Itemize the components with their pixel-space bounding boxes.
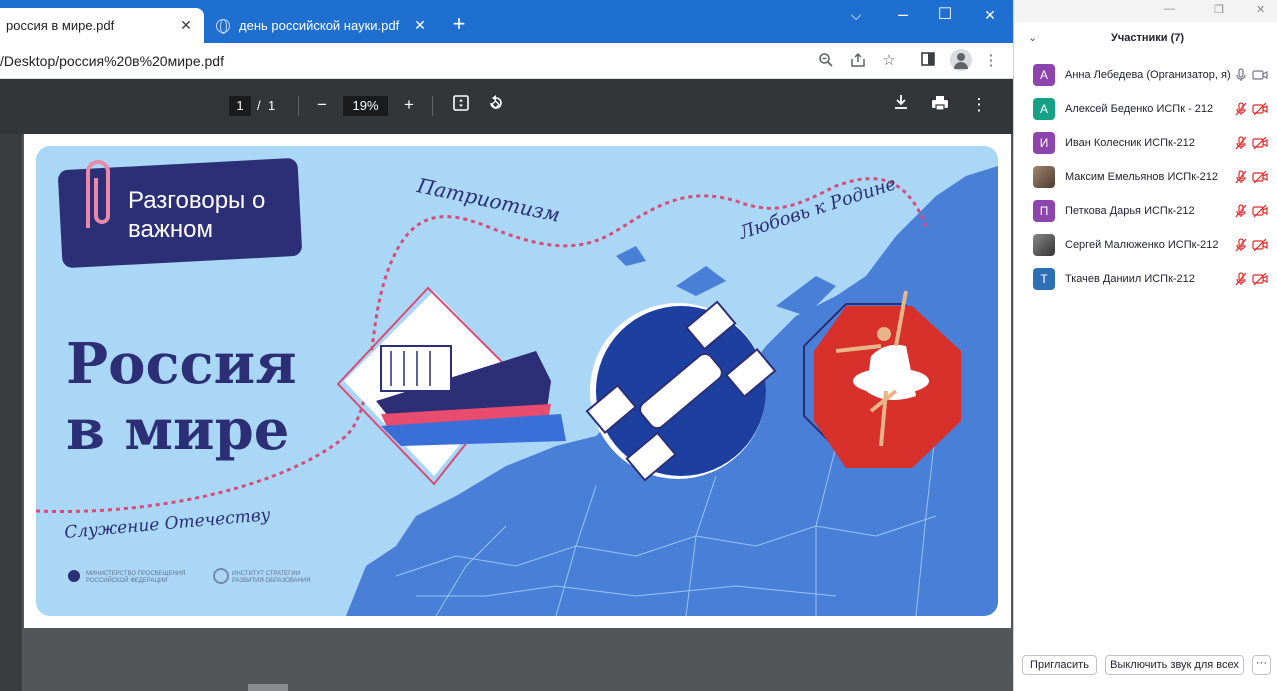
close-icon[interactable]: ✕ [412,17,428,33]
desktop: россия в мире.pdf ✕ день российской наук… [0,0,1277,691]
institute-logo-text: Институт стратегии развития образования [232,571,311,584]
url-field[interactable]: /Desktop/россия%20в%20мире.pdf [0,53,224,69]
tab-label: россия в мире.pdf [6,18,115,33]
chevron-down-icon[interactable]: ⌄ [1028,31,1037,44]
avatar: П [1033,200,1055,222]
participant-row[interactable]: Максим Емельянов ИСПк-212 [1014,160,1277,194]
new-tab-button[interactable]: + [448,13,470,35]
participant-row[interactable]: А Анна Лебедева (Организатор, я) [1014,58,1277,92]
zoom-out-button[interactable]: − [311,94,333,116]
more-button[interactable]: ··· [1252,655,1271,675]
camera-icon[interactable] [1252,68,1268,82]
mute-all-button[interactable]: Выключить звук для всех [1105,655,1244,675]
participants-panel: — ❐ ✕ ⌄ Участники (7) Пригласить Выключи… [1013,0,1277,691]
camera-off-icon[interactable] [1252,272,1268,286]
invite-button[interactable]: Пригласить [1022,655,1097,675]
participant-name: Анна Лебедева (Организатор, я) [1065,69,1231,81]
pdf-viewer[interactable]: Разговоры о важном Россия в мире Патриот… [0,134,1013,691]
camera-off-icon[interactable] [1252,102,1268,116]
share-icon[interactable] [849,52,867,70]
avatar: А [1033,98,1055,120]
participant-row[interactable]: П Петкова Дарья ИСПк-212 [1014,194,1277,228]
divider [298,96,299,116]
camera-off-icon[interactable] [1252,136,1268,150]
panel-titlebar: — ❐ ✕ [1014,0,1277,22]
restore-button[interactable]: ❐ [1214,3,1224,16]
close-button[interactable]: ✕ [1256,3,1265,16]
fit-page-icon[interactable] [450,94,472,116]
badge-text: Разговоры о важном [128,187,266,243]
camera-off-icon[interactable] [1252,204,1268,218]
participant-name: Максим Емельянов ИСПк-212 [1065,171,1219,183]
mic-muted-icon[interactable] [1234,136,1248,150]
avatar [1033,166,1055,188]
participant-name: Иван Колесник ИСПк-212 [1065,137,1195,149]
participant-row[interactable]: Т Ткачев Даниил ИСПк-212 [1014,262,1277,296]
camera-off-icon[interactable] [1252,170,1268,184]
profile-avatar[interactable] [950,49,972,71]
globe-icon [216,18,230,34]
horizontal-scrollbar[interactable] [248,684,288,691]
mic-muted-icon[interactable] [1234,238,1248,252]
participant-row[interactable]: И Иван Колесник ИСПк-212 [1014,126,1277,160]
participant-name: Петкова Дарья ИСПк-212 [1065,205,1195,217]
thumbnail-strip [0,134,22,691]
page-separator: / [257,98,261,113]
avatar: А [1033,64,1055,86]
pdf-page: Разговоры о важном Россия в мире Патриот… [24,134,1011,628]
avatar: И [1033,132,1055,154]
ministry-logo-mark [68,570,80,582]
print-icon[interactable] [929,94,951,116]
ministry-logo-text: Министерство просвещения Российской Феде… [86,571,186,584]
divider [432,96,433,116]
tab-bar: россия в мире.pdf ✕ день российской наук… [0,0,1013,43]
side-panel-icon[interactable] [919,52,937,70]
chevron-down-icon[interactable]: ⌵ [846,7,866,24]
zoom-input[interactable]: 19% [343,96,388,116]
mic-icon[interactable] [1234,68,1248,82]
camera-off-icon[interactable] [1252,238,1268,252]
tab-science-day[interactable]: день российской науки.pdf ✕ [206,8,438,43]
institute-logo-mark [213,568,229,584]
address-bar: /Desktop/россия%20в%20мире.pdf ☆ ⋮ [0,43,1013,79]
tab-label: день российской науки.pdf [239,18,400,33]
ship-illustration [336,286,566,486]
menu-icon[interactable]: ⋮ [982,52,1000,70]
mic-muted-icon[interactable] [1234,272,1248,286]
mic-muted-icon[interactable] [1234,204,1248,218]
participant-name: Алексей Беденко ИСПк - 212 [1065,103,1214,115]
zoom-icon[interactable] [817,52,835,70]
participant-row[interactable]: А Алексей Беденко ИСПк - 212 [1014,92,1277,126]
star-icon[interactable]: ☆ [880,52,898,70]
minimize-button[interactable]: – [893,4,913,25]
panel-title: Участники (7) [1111,32,1185,44]
tab-russia-in-world[interactable]: россия в мире.pdf ✕ [0,8,204,43]
participant-name: Ткачев Даниил ИСПк-212 [1065,273,1195,285]
maximize-button[interactable]: ☐ [935,4,955,24]
mic-muted-icon[interactable] [1234,170,1248,184]
slide-title: Россия в мире [66,331,297,463]
minimize-button[interactable]: — [1164,3,1175,15]
total-pages: 1 [268,98,276,113]
rotate-icon[interactable] [485,94,507,116]
participant-name: Сергей Малюженко ИСПк-212 [1065,239,1219,251]
mic-muted-icon[interactable] [1234,102,1248,116]
avatar [1033,234,1055,256]
close-window-button[interactable]: ✕ [980,7,1000,24]
page-number-input[interactable]: 1 [229,96,251,116]
participant-row[interactable]: Сергей Малюженко ИСПк-212 [1014,228,1277,262]
zoom-in-button[interactable]: + [398,94,420,116]
slide-image: Разговоры о важном Россия в мире Патриот… [36,146,998,616]
avatar: Т [1033,268,1055,290]
browser-window: россия в мире.pdf ✕ день российской наук… [0,0,1013,691]
download-icon[interactable] [890,94,912,116]
pdf-toolbar: 1 / 1 − 19% + ⋮ [0,79,1013,134]
close-icon[interactable]: ✕ [178,17,194,33]
more-options-icon[interactable]: ⋮ [968,94,990,116]
